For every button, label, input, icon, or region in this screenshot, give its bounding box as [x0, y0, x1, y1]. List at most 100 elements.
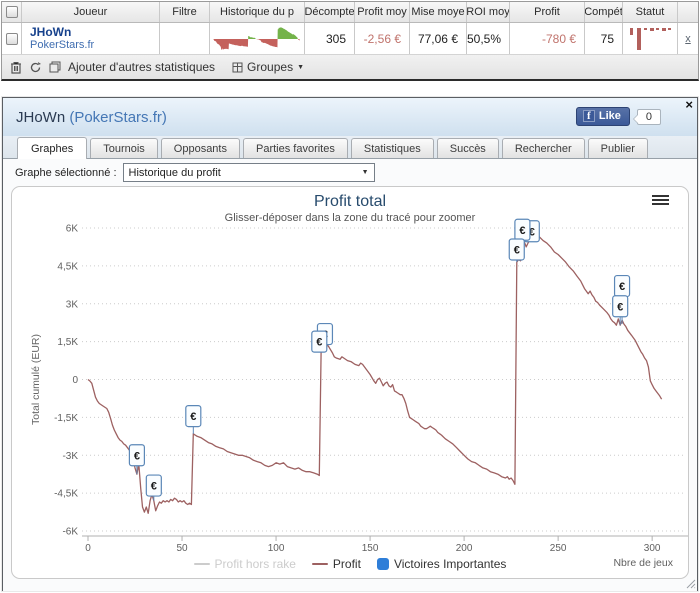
y-tick-label: -3K: [62, 451, 78, 462]
select-all-checkbox[interactable]: [5, 6, 18, 18]
chart-legend: Profit hors rake Profit Victoires Import…: [12, 557, 688, 571]
legend-item-profit-hors-rake[interactable]: Profit hors rake: [193, 557, 296, 571]
player-detail-window: JHoWn (PokerStars.fr) f Like 0 × Graphes…: [2, 97, 698, 591]
stats-header-row: Joueur Filtre Historique du p Décompte P…: [2, 2, 698, 23]
legend-box-swatch: [376, 558, 389, 570]
tabs-bar: Graphes Tournois Opposants Parties favorite…: [3, 136, 697, 159]
profit-chart-plot[interactable]: 6K 4,5K 3K 1,5K 0 -1,5K -3K -4,5K -6K Total cumul…: [12, 218, 694, 556]
col-mise-moy[interactable]: Mise moye: [410, 2, 467, 22]
profit-history-sparkline: [213, 26, 300, 50]
y-tick-label: 4,5K: [57, 261, 78, 272]
x-tick-label: 300: [644, 543, 661, 554]
tab-opposants[interactable]: Opposants: [160, 138, 240, 158]
statut-sparkline: [630, 27, 671, 50]
svg-text:€: €: [519, 225, 525, 237]
history-sparkline-cell: [210, 23, 305, 54]
col-statut[interactable]: Statut: [623, 2, 678, 22]
profit-moy-value: -2,56 €: [355, 23, 410, 54]
compet-value: 75: [585, 23, 623, 54]
facebook-like-count: 0: [632, 108, 661, 125]
table-row[interactable]: JHoWn PokerStars.fr 305 -2,56 € 77,06 € …: [2, 23, 698, 55]
graph-selector-row: Graphe sélectionné : Historique du profi…: [3, 159, 697, 185]
x-tick-label: 200: [456, 543, 473, 554]
col-profit[interactable]: Profit: [510, 2, 585, 22]
window-title-player: JHoWn: [16, 108, 70, 126]
svg-text:€: €: [190, 411, 196, 423]
groups-label: Groupes: [247, 60, 294, 74]
tab-succ-s[interactable]: Succès: [436, 138, 499, 158]
tab-rechercher[interactable]: Rechercher: [501, 138, 585, 158]
window-titlebar: JHoWn (PokerStars.fr) f Like 0 ×: [3, 98, 697, 136]
legend-line-swatch: [193, 563, 210, 565]
remove-cell: x: [678, 23, 698, 54]
legend-item-profit[interactable]: Profit: [311, 557, 361, 571]
header-select-all-cell: [2, 2, 22, 22]
x-axis-title: Nbre de jeux: [613, 557, 673, 569]
profit-value: -780 €: [510, 23, 585, 54]
col-joueur[interactable]: Joueur: [22, 2, 160, 22]
tab-statistiques[interactable]: Statistiques: [350, 138, 434, 158]
legend-label: Profit: [332, 557, 361, 571]
col-historique[interactable]: Historique du p: [210, 2, 305, 22]
col-compet[interactable]: Compét: [585, 2, 623, 22]
decompte-value: 305: [305, 23, 355, 54]
y-tick-label: 1,5K: [57, 337, 78, 348]
row-select-cell: [2, 23, 22, 54]
graph-select[interactable]: Historique du profit ▼: [122, 163, 375, 182]
x-tick-label: 50: [176, 543, 188, 554]
svg-text:€: €: [619, 281, 625, 293]
tab-publier[interactable]: Publier: [587, 138, 648, 158]
statut-cell: [623, 23, 678, 54]
important-win-flag[interactable]: €: [508, 238, 525, 263]
svg-text:€: €: [514, 244, 520, 256]
add-statistics-button[interactable]: Ajouter d'autres statistiques: [68, 60, 215, 74]
legend-label: Victoires Importantes: [393, 557, 507, 571]
remove-row-link[interactable]: x: [685, 33, 691, 45]
filtre-cell[interactable]: [160, 23, 210, 54]
col-roi-moy[interactable]: ROI moy: [467, 2, 510, 22]
groups-dropdown[interactable]: Groupes ▼: [232, 60, 304, 74]
chart-title: Profit total: [313, 193, 387, 210]
tab-graphes[interactable]: Graphes: [17, 137, 88, 159]
important-win-flag[interactable]: €: [145, 474, 162, 501]
x-tick-label: 150: [362, 543, 379, 554]
profit-line[interactable]: [87, 236, 663, 514]
col-decompte[interactable]: Décompte: [305, 2, 355, 22]
tab-tournois[interactable]: Tournois: [90, 138, 158, 158]
svg-text:€: €: [151, 481, 157, 493]
important-win-flag[interactable]: €: [128, 444, 145, 475]
tab-parties-favorites[interactable]: Parties favorites: [242, 138, 348, 158]
player-cell[interactable]: JHoWn PokerStars.fr: [22, 23, 160, 54]
important-win-flag[interactable]: €: [612, 295, 629, 326]
window-title-site: (PokerStars.fr): [69, 108, 167, 126]
facebook-like-label: Like: [598, 110, 621, 122]
facebook-like-button[interactable]: f Like: [575, 107, 630, 126]
legend-item-victoires[interactable]: Victoires Importantes: [376, 557, 507, 571]
trash-icon[interactable]: [10, 61, 22, 74]
window-title: JHoWn (PokerStars.fr): [16, 109, 167, 126]
facebook-like-widget: f Like 0: [575, 107, 661, 126]
col-profit-moy[interactable]: Profit moy: [355, 2, 410, 22]
important-win-flag[interactable]: €: [185, 405, 202, 434]
chevron-down-icon: ▼: [297, 63, 305, 71]
row-checkbox[interactable]: [5, 32, 18, 45]
profit-chart-panel: Profit total Glisser-déposer dans la zon…: [11, 186, 689, 579]
svg-text:€: €: [134, 450, 140, 462]
select-chevron-down-icon: ▼: [361, 169, 369, 176]
svg-text:€: €: [316, 337, 322, 349]
refresh-icon[interactable]: [29, 61, 42, 74]
close-icon[interactable]: ×: [685, 98, 693, 112]
important-win-flag[interactable]: €: [311, 330, 328, 353]
col-filtre[interactable]: Filtre: [160, 2, 210, 22]
resize-grip[interactable]: [686, 579, 696, 589]
y-tick-label: -1,5K: [54, 413, 78, 424]
graph-select-value: Historique du profit: [128, 166, 221, 179]
svg-text:€: €: [617, 301, 623, 313]
chart-menu-icon[interactable]: [652, 195, 669, 207]
add-statistics-icon[interactable]: [49, 61, 61, 73]
player-name[interactable]: JHoWn: [30, 25, 71, 39]
x-tick-label: 0: [85, 543, 91, 554]
y-tick-label: -6K: [62, 527, 78, 538]
mise-moy-value: 77,06 €: [410, 23, 467, 54]
legend-line-swatch: [311, 563, 328, 565]
